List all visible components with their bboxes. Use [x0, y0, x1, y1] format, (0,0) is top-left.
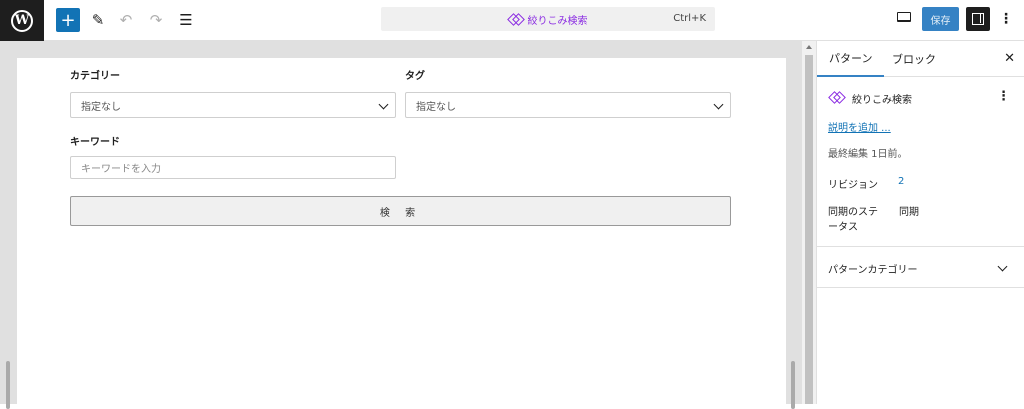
- revisions-count-link[interactable]: 2: [898, 176, 904, 187]
- resize-handle-left[interactable]: [6, 361, 10, 409]
- sync-status-label-line2: ータス: [828, 222, 858, 233]
- command-shortcut: Ctrl+K: [673, 13, 706, 24]
- pattern-category-panel-title[interactable]: パターンカテゴリー: [828, 261, 918, 276]
- tab-pattern[interactable]: パターン: [817, 41, 885, 77]
- tag-select-value: 指定なし: [416, 101, 456, 113]
- settings-sidebar-toggle-icon[interactable]: [966, 7, 990, 31]
- options-more-icon[interactable]: ⋮: [999, 9, 1013, 29]
- undo-icon[interactable]: ↶: [114, 8, 138, 32]
- add-block-button[interactable]: +: [56, 8, 80, 32]
- keyword-placeholder: キーワードを入力: [81, 164, 161, 175]
- scroll-up-icon[interactable]: [806, 45, 812, 49]
- sidebar-tabs: パターン ブロック ✕: [817, 41, 1024, 77]
- wordpress-icon: W: [11, 9, 33, 32]
- keyword-label: キーワード: [70, 137, 120, 148]
- category-select[interactable]: 指定なし: [70, 92, 396, 118]
- pattern-name: 絞りこみ検索: [852, 95, 912, 106]
- keyword-input[interactable]: キーワードを入力: [70, 156, 396, 179]
- command-palette-button[interactable]: 絞りこみ検索 Ctrl+K: [381, 7, 715, 31]
- pattern-icon: [509, 14, 523, 24]
- desktop-preview-icon[interactable]: [897, 12, 911, 22]
- chevron-down-icon: [713, 99, 724, 110]
- pattern-icon: [830, 92, 844, 102]
- resize-handle-right[interactable]: [791, 361, 795, 409]
- last-edited-text: 最終編集 1日前。: [828, 149, 908, 160]
- sidebar-divider: [816, 246, 1024, 247]
- sync-status-label-line1: 同期のステ: [828, 207, 878, 218]
- save-button[interactable]: 保存: [922, 7, 959, 31]
- editor-toolbar: W + ✎ ↶ ↷ ☰ 絞りこみ検索 Ctrl+K 保存 ⋮: [0, 0, 1024, 41]
- category-select-value: 指定なし: [81, 101, 121, 113]
- revisions-label: リビジョン: [828, 180, 878, 191]
- search-button[interactable]: 検 索: [70, 196, 731, 226]
- wordpress-logo-button[interactable]: W: [0, 0, 44, 41]
- canvas-scrollbar[interactable]: [802, 41, 816, 404]
- pattern-more-icon[interactable]: ⋮: [997, 89, 1010, 104]
- close-icon[interactable]: ✕: [1004, 51, 1015, 66]
- list-view-icon[interactable]: ☰: [174, 8, 198, 32]
- tag-select[interactable]: 指定なし: [405, 92, 731, 118]
- tab-block[interactable]: ブロック: [880, 41, 948, 77]
- add-description-link[interactable]: 説明を追加 ...: [828, 119, 891, 134]
- sidebar-divider: [816, 287, 1024, 288]
- scroll-thumb[interactable]: [805, 55, 813, 404]
- category-label: カテゴリー: [70, 71, 120, 82]
- pen-tool-icon[interactable]: ✎: [86, 8, 110, 32]
- tag-label: タグ: [405, 71, 425, 82]
- sync-status-value: 同期: [899, 207, 919, 218]
- chevron-down-icon: [378, 99, 389, 110]
- redo-icon[interactable]: ↷: [144, 8, 168, 32]
- command-title: 絞りこみ検索: [527, 15, 588, 27]
